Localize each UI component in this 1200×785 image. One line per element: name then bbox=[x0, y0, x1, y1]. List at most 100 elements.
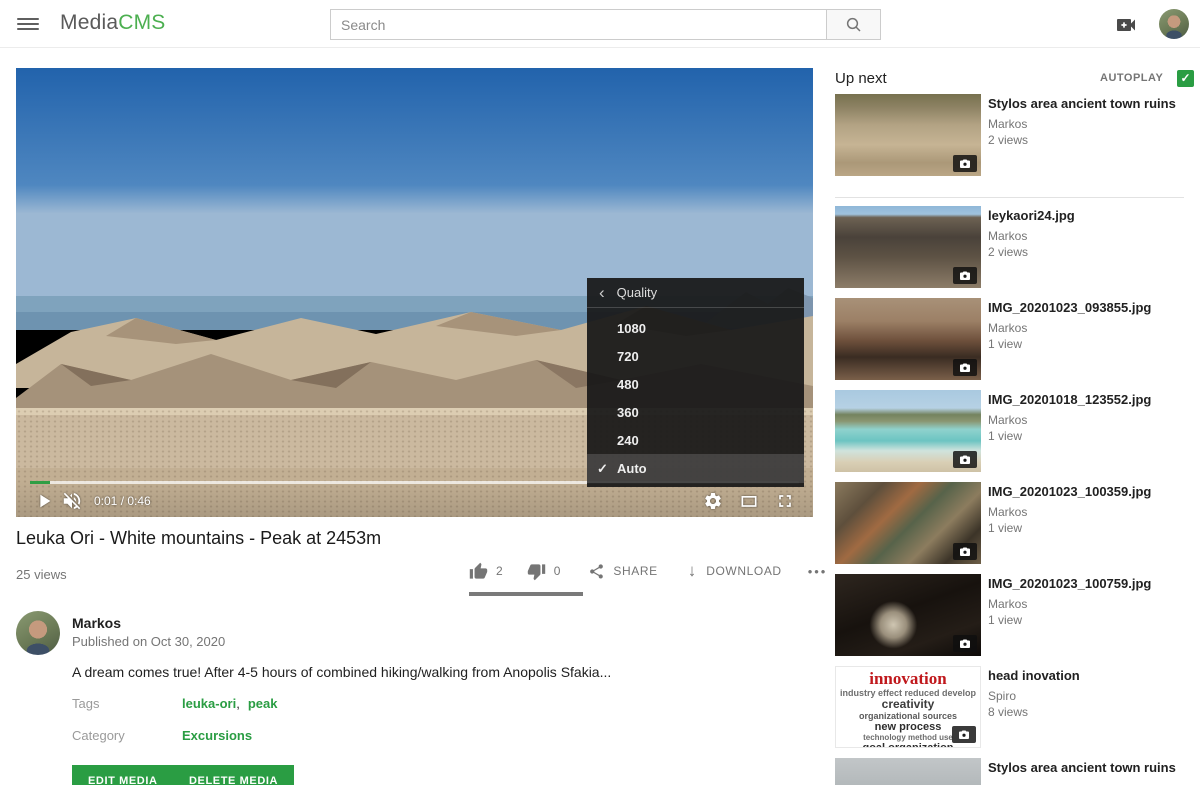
autoplay-checkbox[interactable]: ✓ bbox=[1177, 70, 1194, 87]
play-button[interactable] bbox=[30, 487, 58, 515]
item-title[interactable]: IMG_20201023_093855.jpg bbox=[988, 300, 1184, 316]
list-item[interactable]: IMG_20201018_123552.jpg Markos 1 view bbox=[835, 390, 1184, 472]
item-title[interactable]: head inovation bbox=[988, 668, 1184, 684]
thumbnail[interactable] bbox=[835, 206, 981, 288]
camera-icon bbox=[959, 362, 971, 374]
volume-muted-icon[interactable] bbox=[58, 487, 86, 515]
top-bar: MediaCMS bbox=[0, 0, 1200, 48]
tags-row: Tags leuka-ori , peak bbox=[72, 696, 277, 711]
item-views: 1 view bbox=[988, 429, 1184, 443]
camera-icon bbox=[959, 270, 971, 282]
thumbnail[interactable] bbox=[835, 574, 981, 656]
quality-option-1080[interactable]: 1080 bbox=[587, 314, 804, 342]
wordcloud-text: creativity bbox=[836, 698, 980, 711]
tag-link-leuka-ori[interactable]: leuka-ori bbox=[182, 696, 236, 711]
logo[interactable]: MediaCMS bbox=[60, 11, 165, 35]
item-author: Markos bbox=[988, 229, 1184, 243]
item-title[interactable]: Stylos area ancient town ruins bbox=[988, 760, 1184, 776]
sidebar-divider bbox=[835, 197, 1184, 198]
menu-icon[interactable] bbox=[17, 15, 39, 33]
list-item[interactable]: innovation industry effect reduced devel… bbox=[835, 666, 1184, 748]
list-item[interactable]: Stylos area ancient town ruins Markos 2 … bbox=[835, 94, 1184, 176]
item-title[interactable]: IMG_20201023_100759.jpg bbox=[988, 576, 1184, 592]
share-button[interactable]: SHARE bbox=[588, 563, 657, 580]
quality-option-auto[interactable]: ✓ Auto bbox=[587, 454, 804, 483]
download-icon: ↓ bbox=[688, 561, 697, 581]
item-title[interactable]: Stylos area ancient town ruins bbox=[988, 96, 1184, 112]
camera-icon bbox=[958, 729, 970, 741]
item-author: Markos bbox=[988, 505, 1184, 519]
media-title: Leuka Ori - White mountains - Peak at 24… bbox=[16, 528, 381, 549]
item-title[interactable]: IMG_20201018_123552.jpg bbox=[988, 392, 1184, 408]
item-title[interactable]: leykaori24.jpg bbox=[988, 208, 1184, 224]
list-item[interactable]: Stylos area ancient town ruins bbox=[835, 758, 1184, 785]
list-item[interactable]: IMG_20201023_093855.jpg Markos 1 view bbox=[835, 298, 1184, 380]
media-description: A dream comes true! After 4-5 hours of c… bbox=[72, 664, 611, 680]
item-views: 8 views bbox=[988, 705, 1184, 719]
quality-option-360[interactable]: 360 bbox=[587, 398, 804, 426]
search-icon bbox=[845, 16, 863, 34]
thumbnail[interactable] bbox=[835, 298, 981, 380]
item-author: Spiro bbox=[988, 689, 1184, 703]
camera-icon bbox=[959, 638, 971, 650]
dislike-button[interactable]: 0 bbox=[527, 562, 561, 581]
more-options-icon[interactable]: ••• bbox=[808, 564, 828, 579]
user-avatar[interactable] bbox=[1159, 9, 1189, 39]
item-views: 2 views bbox=[988, 133, 1184, 147]
tag-link-peak[interactable]: peak bbox=[248, 696, 278, 711]
quality-option-auto-label: Auto bbox=[617, 461, 647, 476]
video-player[interactable]: ‹ Quality 1080 720 480 360 240 ✓ Auto bbox=[16, 68, 813, 517]
time-display: 0:01 / 0:46 bbox=[94, 494, 151, 508]
item-author: Markos bbox=[988, 321, 1184, 335]
item-author: Markos bbox=[988, 117, 1184, 131]
tag-separator: , bbox=[236, 696, 240, 711]
share-label: SHARE bbox=[613, 564, 657, 578]
item-views: 1 view bbox=[988, 337, 1184, 351]
edit-media-button[interactable]: EDIT MEDIA bbox=[72, 765, 174, 785]
author-avatar[interactable] bbox=[16, 611, 60, 655]
fullscreen-icon[interactable] bbox=[771, 487, 799, 515]
thumbnail[interactable] bbox=[835, 94, 981, 176]
camera-icon bbox=[959, 454, 971, 466]
quality-option-480[interactable]: 480 bbox=[587, 370, 804, 398]
check-icon: ✓ bbox=[597, 461, 617, 477]
list-item[interactable]: IMG_20201023_100759.jpg Markos 1 view bbox=[835, 574, 1184, 656]
upload-media-icon[interactable] bbox=[1114, 13, 1138, 37]
thumbnail[interactable]: innovation industry effect reduced devel… bbox=[835, 666, 981, 748]
settings-icon[interactable] bbox=[699, 487, 727, 515]
download-button[interactable]: ↓ DOWNLOAD bbox=[688, 561, 782, 581]
progress-played bbox=[30, 481, 50, 484]
tags-label: Tags bbox=[72, 696, 182, 711]
up-next-title: Up next bbox=[835, 70, 887, 87]
quality-menu-title: Quality bbox=[617, 285, 657, 300]
category-link[interactable]: Excursions bbox=[182, 728, 252, 743]
list-item[interactable]: leykaori24.jpg Markos 2 views bbox=[835, 206, 1184, 288]
item-views: 2 views bbox=[988, 245, 1184, 259]
like-button[interactable]: 2 bbox=[469, 562, 503, 581]
item-author: Markos bbox=[988, 413, 1184, 427]
thumbnail[interactable] bbox=[835, 758, 981, 785]
search-input[interactable] bbox=[330, 9, 826, 40]
item-views: 1 view bbox=[988, 521, 1184, 535]
thumb-up-icon bbox=[469, 562, 488, 581]
quality-option-240[interactable]: 240 bbox=[587, 426, 804, 454]
search-button[interactable] bbox=[826, 9, 881, 40]
author-name[interactable]: Markos bbox=[72, 615, 121, 631]
category-label: Category bbox=[72, 728, 182, 743]
quality-menu: ‹ Quality 1080 720 480 360 240 ✓ Auto bbox=[587, 278, 804, 487]
thumbnail[interactable] bbox=[835, 390, 981, 472]
quality-menu-header[interactable]: ‹ Quality bbox=[587, 278, 804, 308]
list-item[interactable]: IMG_20201023_100359.jpg Markos 1 view bbox=[835, 482, 1184, 564]
camera-icon bbox=[959, 158, 971, 170]
back-icon: ‹ bbox=[599, 284, 605, 301]
delete-media-button[interactable]: DELETE MEDIA bbox=[173, 765, 294, 785]
wordcloud-text: organizational sources bbox=[836, 711, 980, 721]
item-title[interactable]: IMG_20201023_100359.jpg bbox=[988, 484, 1184, 500]
thumbnail[interactable] bbox=[835, 482, 981, 564]
theater-mode-icon[interactable] bbox=[735, 487, 763, 515]
share-icon bbox=[588, 563, 605, 580]
like-dislike-indicator bbox=[469, 592, 583, 596]
logo-cms: CMS bbox=[118, 11, 165, 34]
logo-media: Media bbox=[60, 11, 118, 34]
quality-option-720[interactable]: 720 bbox=[587, 342, 804, 370]
